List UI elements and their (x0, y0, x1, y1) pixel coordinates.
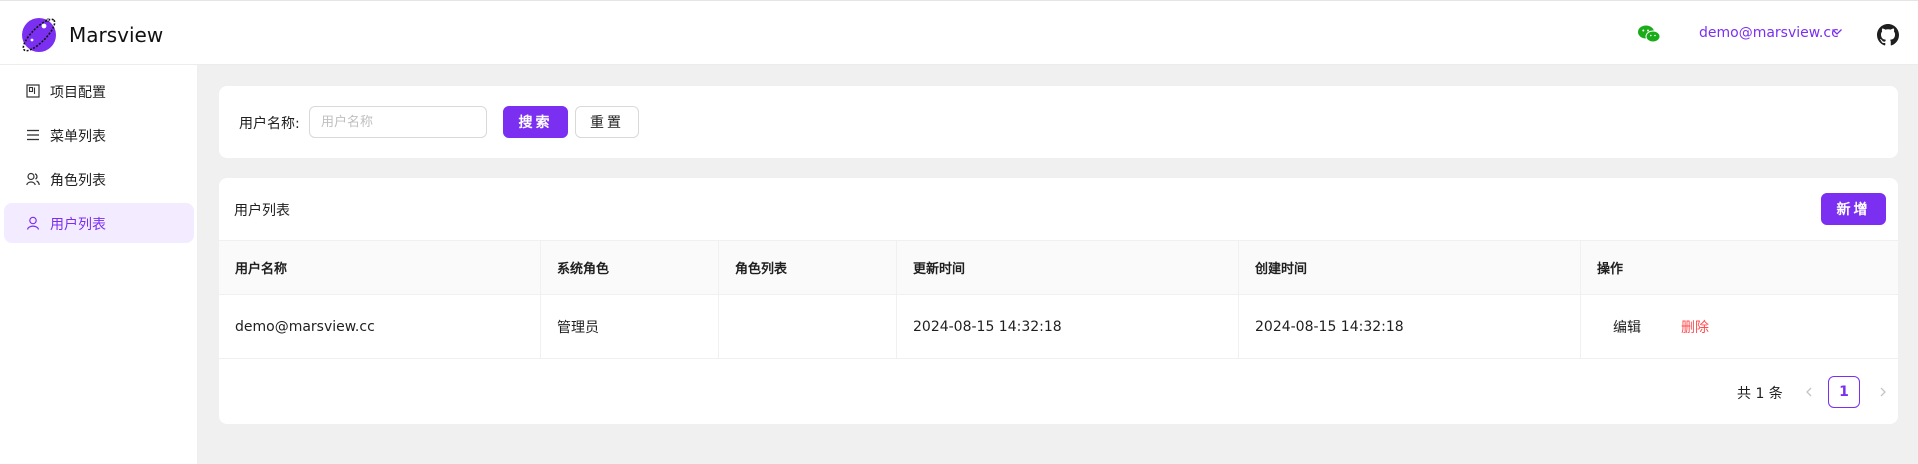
edit-link[interactable]: 编辑 (1613, 317, 1641, 337)
cell-role-list (719, 295, 897, 358)
chevron-down-icon (1832, 29, 1842, 35)
pagination: 共 1 条 1 (219, 376, 1898, 408)
pagination-next-button[interactable] (1871, 376, 1895, 408)
column-header-system-role[interactable]: 系统角色 (541, 241, 719, 294)
cell-username: demo@marsview.cc (219, 295, 541, 358)
app-title[interactable]: Marsview (69, 23, 163, 47)
pagination-total: 共 1 条 (1737, 386, 1783, 402)
search-button[interactable]: 搜索 (503, 106, 568, 138)
list-title: 用户列表 (234, 203, 290, 219)
delete-link[interactable]: 删除 (1681, 317, 1709, 337)
chevron-right-icon (1880, 387, 1886, 397)
chevron-left-icon (1806, 387, 1812, 397)
top-header: Marsview demo@marsview.cc (0, 0, 1918, 65)
table-row: demo@marsview.cc 管理员 2024-08-15 14:32:18… (219, 295, 1898, 359)
sidebar-item-label: 菜单列表 (50, 129, 106, 145)
cell-system-role: 管理员 (541, 295, 719, 358)
cell-updated-at: 2024-08-15 14:32:18 (897, 295, 1239, 358)
add-user-button[interactable]: 新增 (1821, 193, 1886, 225)
cell-created-at: 2024-08-15 14:32:18 (1239, 295, 1581, 358)
reset-button[interactable]: 重置 (575, 106, 639, 138)
search-form: 用户名称: 搜索 重置 (219, 86, 1898, 158)
sidebar-item-project-config[interactable]: 项目配置 (4, 71, 194, 111)
table-header: 用户名称 系统角色 角色列表 更新时间 创建时间 操作 (219, 240, 1898, 295)
cell-actions: 编辑 删除 (1581, 295, 1898, 358)
sidebar: 项目配置 菜单列表 角色列表 用户列表 (0, 65, 198, 464)
user-menu[interactable]: demo@marsview.cc (1699, 25, 1842, 41)
sidebar-item-role-list[interactable]: 角色列表 (4, 159, 194, 199)
sidebar-item-label: 项目配置 (50, 85, 106, 101)
planet-logo-icon[interactable] (18, 14, 60, 56)
column-header-username[interactable]: 用户名称 (219, 241, 541, 294)
column-header-created-at[interactable]: 创建时间 (1239, 241, 1581, 294)
user-icon (26, 216, 40, 230)
pagination-prev-button[interactable] (1794, 376, 1824, 408)
sidebar-item-menu-list[interactable]: 菜单列表 (4, 115, 194, 155)
user-email: demo@marsview.cc (1699, 25, 1839, 41)
column-header-actions: 操作 (1597, 262, 1624, 277)
column-header-role-list[interactable]: 角色列表 (719, 241, 897, 294)
sidebar-item-user-list[interactable]: 用户列表 (4, 203, 194, 243)
username-label: 用户名称: (239, 116, 300, 132)
roles-icon (26, 172, 40, 186)
username-search-input[interactable] (309, 106, 487, 138)
menu-lines-icon (27, 129, 39, 141)
pagination-page-1[interactable]: 1 (1828, 376, 1860, 408)
column-header-updated-at[interactable]: 更新时间 (897, 241, 1239, 294)
user-list-card: 用户列表 新增 用户名称 系统角色 角色列表 更新时间 创建时间 操作 demo… (219, 178, 1898, 424)
wechat-icon[interactable] (1637, 24, 1661, 44)
layout-icon (26, 84, 40, 98)
sidebar-item-label: 用户列表 (50, 217, 106, 233)
github-icon[interactable] (1877, 24, 1899, 46)
sidebar-item-label: 角色列表 (50, 173, 106, 189)
